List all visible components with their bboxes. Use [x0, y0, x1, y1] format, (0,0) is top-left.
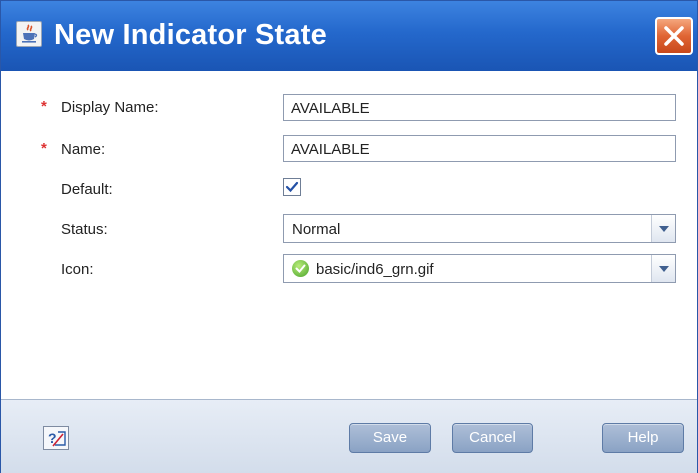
name-input[interactable]: AVAILABLE: [283, 135, 676, 162]
form-body: * Display Name: AVAILABLE * Name: AVAILA…: [1, 71, 697, 399]
status-value: Normal: [292, 221, 341, 238]
icon-label: Icon:: [61, 261, 94, 278]
dialog-footer: ? Save Cancel Help: [1, 399, 697, 473]
title-bar[interactable]: New Indicator State: [1, 1, 697, 71]
chevron-down-icon: [659, 266, 669, 272]
status-label: Status:: [61, 221, 108, 238]
help-button[interactable]: Help: [602, 423, 684, 453]
cancel-button[interactable]: Cancel: [452, 423, 533, 453]
required-marker: *: [41, 140, 47, 157]
default-label: Default:: [61, 181, 113, 198]
checkmark-icon: [285, 181, 299, 193]
java-cup-icon: [16, 21, 42, 47]
status-select[interactable]: Normal: [283, 214, 676, 243]
status-dropdown-button[interactable]: [651, 215, 675, 242]
dialog-title: New Indicator State: [54, 19, 327, 51]
display-name-input[interactable]: AVAILABLE: [283, 94, 676, 121]
display-name-label: Display Name:: [61, 99, 159, 116]
dialog-window: New Indicator State * Display Name: AVAI…: [0, 0, 698, 473]
close-button[interactable]: [655, 17, 693, 55]
close-icon: [664, 26, 684, 46]
green-check-icon: [292, 260, 309, 277]
icon-select[interactable]: basic/ind6_grn.gif: [283, 254, 676, 283]
icon-dropdown-button[interactable]: [651, 255, 675, 282]
context-help-icon[interactable]: ?: [43, 426, 69, 450]
save-button[interactable]: Save: [349, 423, 431, 453]
icon-value: basic/ind6_grn.gif: [316, 261, 434, 278]
chevron-down-icon: [659, 226, 669, 232]
required-marker: *: [41, 98, 47, 115]
name-label: Name:: [61, 141, 106, 158]
default-checkbox[interactable]: [283, 178, 301, 196]
